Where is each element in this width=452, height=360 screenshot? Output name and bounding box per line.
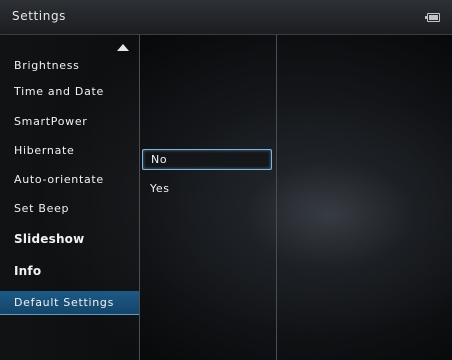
- page-title: Settings: [12, 9, 67, 23]
- settings-screen: Settings Brightness Time and Date SmartP…: [0, 0, 452, 360]
- column-divider-right: [276, 35, 277, 360]
- title-bar: Settings: [0, 0, 452, 35]
- menu-item-info[interactable]: Info: [0, 259, 139, 283]
- menu-item-time-and-date[interactable]: Time and Date: [0, 80, 139, 104]
- column-divider-left: [139, 35, 140, 360]
- menu-item-brightness[interactable]: Brightness: [0, 54, 139, 78]
- menu-item-hibernate[interactable]: Hibernate: [0, 139, 139, 163]
- menu-item-default-settings[interactable]: Default Settings: [0, 291, 139, 315]
- option-no[interactable]: No: [142, 149, 272, 170]
- option-yes[interactable]: Yes: [142, 178, 272, 199]
- scroll-up-arrow-icon[interactable]: [117, 44, 129, 51]
- battery-icon: [425, 13, 440, 22]
- menu-item-set-beep[interactable]: Set Beep: [0, 197, 139, 221]
- menu-item-smartpower[interactable]: SmartPower: [0, 110, 139, 134]
- menu-item-auto-orientate[interactable]: Auto-orientate: [0, 168, 139, 192]
- menu-item-slideshow[interactable]: Slideshow: [0, 227, 139, 251]
